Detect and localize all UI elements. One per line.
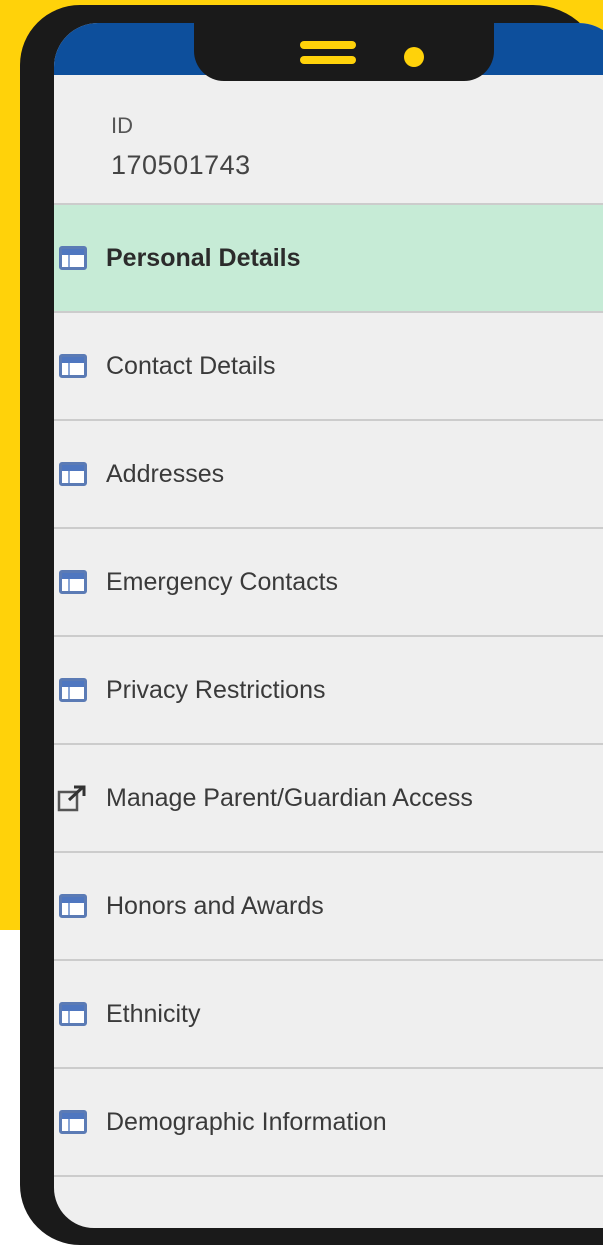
camera-icon [404,47,424,67]
id-value: 170501743 [111,150,251,180]
phone-notch [194,23,494,81]
page-icon [59,354,87,378]
page-icon [59,462,87,486]
menu-item-privacy-restrictions[interactable]: Privacy Restrictions [54,637,603,745]
menu-item-label: Personal Details [106,243,301,272]
student-id-block: ID 170501743 [54,75,603,205]
menu-item-contact-details[interactable]: Contact Details [54,313,603,421]
external-link-icon [57,785,86,812]
menu-item-demographic-information[interactable]: Demographic Information [54,1069,603,1177]
menu-item-label: Addresses [106,459,225,488]
menu-item-label: Manage Parent/Guardian Access [106,783,473,812]
speaker-icon [300,41,356,49]
page-icon [59,678,87,702]
menu-item-label: Honors and Awards [106,891,324,920]
menu-item-label: Ethnicity [106,999,201,1028]
menu-item-manage-parent-guardian-access[interactable]: Manage Parent/Guardian Access [54,745,603,853]
personal-info-menu: Personal Details Contact Details Address… [54,205,603,1177]
phone-screen: ID 170501743 Personal Details Contact De… [54,23,603,1228]
menu-item-label: Privacy Restrictions [106,675,326,704]
id-label: ID [111,113,133,138]
page-icon [59,1002,87,1026]
menu-item-label: Contact Details [106,351,276,380]
page-icon [59,246,87,270]
menu-item-honors-and-awards[interactable]: Honors and Awards [54,853,603,961]
phone-frame: ID 170501743 Personal Details Contact De… [20,5,603,1245]
menu-item-addresses[interactable]: Addresses [54,421,603,529]
menu-item-emergency-contacts[interactable]: Emergency Contacts [54,529,603,637]
menu-item-label: Demographic Information [106,1107,387,1136]
menu-item-personal-details[interactable]: Personal Details [54,205,603,313]
page-icon [59,1110,87,1134]
speaker-icon [300,56,356,64]
menu-item-label: Emergency Contacts [106,567,339,596]
page-icon [59,570,87,594]
page-icon [59,894,87,918]
menu-item-ethnicity[interactable]: Ethnicity [54,961,603,1069]
